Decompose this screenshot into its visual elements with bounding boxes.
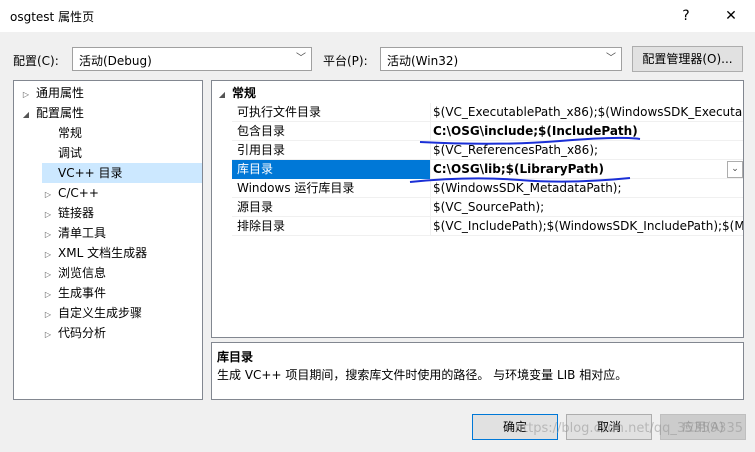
property-row-reference-dirs[interactable]: 引用目录 $(VC_ReferencesPath_x86);: [232, 141, 743, 160]
tree-item-c-cpp[interactable]: ▷ C/C++: [42, 183, 99, 203]
property-name: 库目录: [232, 160, 431, 179]
tree-item-label: 配置属性: [36, 106, 85, 120]
property-value[interactable]: $(VC_SourcePath);: [432, 198, 743, 217]
tree-item-label: 代码分析: [58, 326, 107, 340]
tree-item-label: 浏览信息: [58, 266, 107, 280]
config-manager-button[interactable]: 配置管理器(O)...: [632, 46, 743, 72]
platform-select[interactable]: 活动(Win32) ﹀: [380, 47, 622, 71]
tree-item-xml-doc-generator[interactable]: ▷ XML 文档生成器: [42, 243, 147, 263]
tree-item-config-properties[interactable]: ◢ 配置属性: [20, 103, 84, 123]
property-row-exclude-dirs[interactable]: 排除目录 $(VC_IncludePath);$(WindowsSDK_Incl…: [232, 217, 743, 236]
tree-item-label: C/C++: [58, 186, 99, 200]
description-title: 库目录: [217, 350, 254, 364]
tree-item-label: XML 文档生成器: [58, 246, 148, 260]
chevron-down-icon[interactable]: ⌄: [727, 161, 743, 178]
tree-item-manifest-tool[interactable]: ▷ 清单工具: [42, 223, 106, 243]
property-row-source-dirs[interactable]: 源目录 $(VC_SourcePath);: [232, 198, 743, 217]
tree-item-common-properties[interactable]: ▷ 通用属性: [20, 83, 84, 103]
chevron-down-icon: ﹀: [606, 53, 616, 64]
category-label: 常规: [232, 86, 257, 100]
expand-arrow-icon[interactable]: ▷: [42, 285, 54, 305]
expand-arrow-icon[interactable]: ▷: [20, 85, 32, 105]
expand-arrow-icon[interactable]: ▷: [42, 245, 54, 265]
apply-button[interactable]: 应用(A): [660, 414, 746, 440]
property-row-winrt-dirs[interactable]: Windows 运行库目录 $(WindowsSDK_MetadataPath)…: [232, 179, 743, 198]
tree-item-debugging[interactable]: 调试: [42, 143, 82, 163]
description-panel: 库目录 生成 VC++ 项目期间，搜索库文件时使用的路径。 与环境变量 LIB …: [211, 342, 744, 400]
expand-arrow-icon[interactable]: ▷: [42, 185, 54, 205]
tree-item-general[interactable]: 常规: [42, 123, 82, 143]
config-select-value: 活动(Debug): [79, 54, 152, 68]
tree-item-vc-directories[interactable]: VC++ 目录: [42, 163, 202, 183]
property-value[interactable]: C:\OSG\lib;$(LibraryPath): [432, 160, 743, 179]
tree-item-code-analysis[interactable]: ▷ 代码分析: [42, 323, 106, 343]
collapse-arrow-icon[interactable]: ◢: [212, 85, 232, 105]
expand-arrow-icon[interactable]: ▷: [42, 305, 54, 325]
config-label: 配置(C):: [13, 54, 59, 68]
property-name: 引用目录: [232, 141, 431, 160]
tree-item-label: 常规: [58, 126, 83, 140]
property-value[interactable]: $(VC_IncludePath);$(WindowsSDK_IncludePa…: [432, 217, 743, 236]
property-tree: ▷ 通用属性 ◢ 配置属性 常规 调试 VC++ 目录 ▷ C/C++ ▷ 链接器 ▷ 清…: [13, 80, 203, 400]
close-button[interactable]: ✕: [709, 0, 753, 32]
property-row-executable-dirs[interactable]: 可执行文件目录 $(VC_ExecutablePath_x86);$(Windo…: [232, 103, 743, 122]
help-button[interactable]: ?: [664, 0, 708, 32]
tree-item-label: 生成事件: [58, 286, 107, 300]
tree-item-label: 调试: [58, 146, 83, 160]
cancel-button[interactable]: 取消: [566, 414, 652, 440]
platform-label: 平台(P):: [323, 54, 368, 68]
config-select[interactable]: 活动(Debug) ﹀: [72, 47, 312, 71]
expand-arrow-icon[interactable]: ▷: [42, 205, 54, 225]
expand-arrow-icon[interactable]: ▷: [42, 265, 54, 285]
property-grid: ◢ 常规 可执行文件目录 $(VC_ExecutablePath_x86);$(W…: [211, 80, 744, 338]
tree-item-label: 通用属性: [36, 86, 85, 100]
tree-item-label: 清单工具: [58, 226, 107, 240]
title-bar: osgtest 属性页 ? ✕: [0, 0, 755, 32]
tree-item-linker[interactable]: ▷ 链接器: [42, 203, 94, 223]
collapse-arrow-icon[interactable]: ◢: [20, 105, 32, 125]
property-value[interactable]: $(WindowsSDK_MetadataPath);: [432, 179, 743, 198]
property-name: 可执行文件目录: [232, 103, 431, 122]
expand-arrow-icon[interactable]: ▷: [42, 325, 54, 345]
chevron-down-icon: ﹀: [296, 53, 306, 64]
tree-item-build-events[interactable]: ▷ 生成事件: [42, 283, 106, 303]
tree-item-browse-info[interactable]: ▷ 浏览信息: [42, 263, 106, 283]
property-name: 源目录: [232, 198, 431, 217]
category-general[interactable]: ◢ 常规: [212, 83, 743, 103]
property-name: Windows 运行库目录: [232, 179, 431, 198]
description-text: 生成 VC++ 项目期间，搜索库文件时使用的路径。 与环境变量 LIB 相对应。: [217, 368, 628, 382]
property-name: 包含目录: [232, 122, 431, 141]
property-value[interactable]: $(VC_ExecutablePath_x86);$(WindowsSDK_Ex…: [432, 103, 743, 122]
tree-item-label: VC++ 目录: [58, 166, 123, 180]
property-value[interactable]: C:\OSG\include;$(IncludePath): [432, 122, 743, 141]
property-name: 排除目录: [232, 217, 431, 236]
property-value[interactable]: $(VC_ReferencesPath_x86);: [432, 141, 743, 160]
expand-arrow-icon[interactable]: ▷: [42, 225, 54, 245]
property-row-include-dirs[interactable]: 包含目录 C:\OSG\include;$(IncludePath): [232, 122, 743, 141]
tree-item-custom-build-step[interactable]: ▷ 自定义生成步骤: [42, 303, 142, 323]
window-title: osgtest 属性页: [10, 10, 95, 24]
ok-button[interactable]: 确定: [472, 414, 558, 440]
platform-select-value: 活动(Win32): [387, 54, 459, 68]
tree-item-label: 链接器: [58, 206, 95, 220]
property-row-library-dirs[interactable]: 库目录 C:\OSG\lib;$(LibraryPath) ⌄: [232, 160, 743, 179]
tree-item-label: 自定义生成步骤: [58, 306, 143, 320]
